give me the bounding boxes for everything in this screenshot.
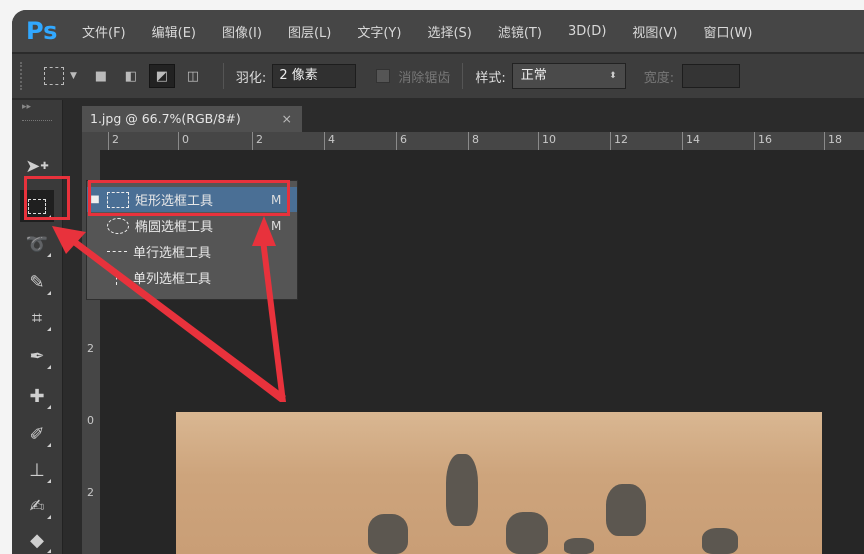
photoshop-window: Ps 文件(F) 编辑(E) 图像(I) 图层(L) 文字(Y) 选择(S) 滤… — [12, 10, 864, 554]
flyout-item-single-column-marquee[interactable]: 单列选框工具 — [87, 265, 297, 290]
panel-grip[interactable] — [22, 120, 52, 123]
image-rhino — [564, 538, 594, 554]
ruler-label: 2 — [87, 342, 94, 355]
image-rhino — [702, 528, 738, 554]
flyout-item-label: 椭圆选框工具 — [135, 220, 214, 235]
select-arrows-icon: ⬍ — [609, 71, 617, 81]
ruler-label: 2 — [87, 486, 94, 499]
ruler-label: 12 — [614, 133, 628, 146]
menu-type[interactable]: 文字(Y) — [357, 22, 401, 41]
healing-brush-tool-icon[interactable]: ✚ — [20, 380, 54, 412]
ruler-label: 2 — [256, 133, 263, 146]
options-grip[interactable] — [20, 62, 26, 90]
panel-collapse-icon[interactable]: ▸▸ — [22, 102, 31, 112]
style-select[interactable]: 正常 ⬍ — [511, 63, 626, 89]
ruler-label: 0 — [87, 414, 94, 427]
style-label: 样式: — [475, 70, 506, 86]
menu-layer[interactable]: 图层(L) — [288, 22, 331, 41]
ruler-label: 0 — [182, 133, 189, 146]
document-image[interactable] — [176, 412, 822, 554]
close-icon[interactable]: × — [282, 106, 292, 132]
separator — [462, 63, 464, 89]
subtract-selection-button[interactable]: ◩ — [148, 64, 175, 88]
feather-label: 羽化: — [235, 70, 267, 86]
image-rhino — [446, 454, 478, 526]
menu-3d[interactable]: 3D(D) — [568, 24, 606, 39]
flyout-item-label: 单行选框工具 — [133, 246, 212, 261]
marquee-tool-highlight — [24, 176, 70, 220]
flyout-item-ellipse-marquee[interactable]: 椭圆选框工具 M — [87, 213, 297, 238]
image-rhino — [368, 514, 408, 554]
tool-preset-marquee-icon[interactable] — [44, 67, 64, 85]
width-label: 宽度: — [643, 70, 675, 86]
menu-bar: Ps 文件(F) 编辑(E) 图像(I) 图层(L) 文字(Y) 选择(S) 滤… — [12, 10, 864, 52]
menu-image[interactable]: 图像(I) — [222, 22, 262, 41]
add-selection-button[interactable]: ◧ — [119, 65, 143, 87]
eyedropper-tool-icon[interactable]: ✒ — [20, 340, 54, 372]
flyout-item-label: 单列选框工具 — [133, 272, 212, 287]
ruler-label: 6 — [400, 133, 407, 146]
ruler-label: 14 — [686, 133, 700, 146]
document-tab[interactable]: 1.jpg @ 66.7%(RGB/8#) × — [82, 106, 302, 132]
eraser-tool-icon[interactable]: ◆ — [20, 524, 54, 554]
image-rhino — [506, 512, 548, 554]
menu-filter[interactable]: 滤镜(T) — [498, 22, 542, 41]
single-column-marquee-icon — [107, 270, 127, 285]
image-rhino — [606, 484, 646, 536]
menu-select[interactable]: 选择(S) — [427, 22, 471, 41]
quick-select-tool-icon[interactable]: ✎ — [20, 266, 54, 298]
flyout-item-shortcut: M — [271, 218, 282, 233]
clone-stamp-tool-icon[interactable]: ⊥ — [20, 454, 54, 486]
feather-input[interactable]: 2 像素 — [272, 64, 357, 88]
tools-panel: ▸▸ ➤ ✚ ➰ ✎ ⌗ ✒ ✚ ✐ ⊥ ✍ ◆ — [12, 100, 63, 554]
new-selection-button[interactable]: ■ — [89, 65, 113, 87]
crop-tool-icon[interactable]: ⌗ — [20, 302, 54, 334]
style-value: 正常 — [520, 68, 547, 83]
ellipse-marquee-icon — [107, 217, 129, 234]
options-bar: ▼ ■ ◧ ◩ ◫ 羽化: 2 像素 消除锯齿 样式: 正常 ⬍ 宽度: — [12, 54, 864, 98]
menu-file[interactable]: 文件(F) — [82, 22, 126, 41]
ps-logo: Ps — [26, 17, 58, 45]
ruler-label: 2 — [112, 133, 119, 146]
lasso-tool-icon[interactable]: ➰ — [20, 228, 54, 260]
antialias-label: 消除锯齿 — [398, 70, 451, 86]
menu-edit[interactable]: 编辑(E) — [152, 22, 196, 41]
document-title: 1.jpg @ 66.7%(RGB/8#) — [90, 111, 241, 126]
ruler-horizontal[interactable]: 2 0 2 4 6 8 10 12 14 16 18 — [82, 132, 864, 151]
antialias-checkbox[interactable] — [376, 69, 391, 83]
ruler-label: 10 — [542, 133, 556, 146]
ruler-label: 18 — [828, 133, 842, 146]
single-row-marquee-icon — [107, 245, 127, 259]
brush-tool-icon[interactable]: ✐ — [20, 418, 54, 450]
flyout-item-highlight — [88, 180, 290, 216]
flyout-item-single-row-marquee[interactable]: 单行选框工具 — [87, 239, 297, 264]
width-input[interactable] — [682, 64, 741, 88]
ruler-label: 16 — [758, 133, 772, 146]
tool-preset-dropdown-icon[interactable]: ▼ — [70, 71, 77, 81]
menu-view[interactable]: 视图(V) — [632, 22, 677, 41]
menu-window[interactable]: 窗口(W) — [703, 22, 752, 41]
ruler-label: 4 — [328, 133, 335, 146]
separator — [222, 63, 224, 89]
history-brush-tool-icon[interactable]: ✍ — [20, 490, 54, 522]
ruler-label: 8 — [472, 133, 479, 146]
intersect-selection-button[interactable]: ◫ — [181, 65, 205, 87]
